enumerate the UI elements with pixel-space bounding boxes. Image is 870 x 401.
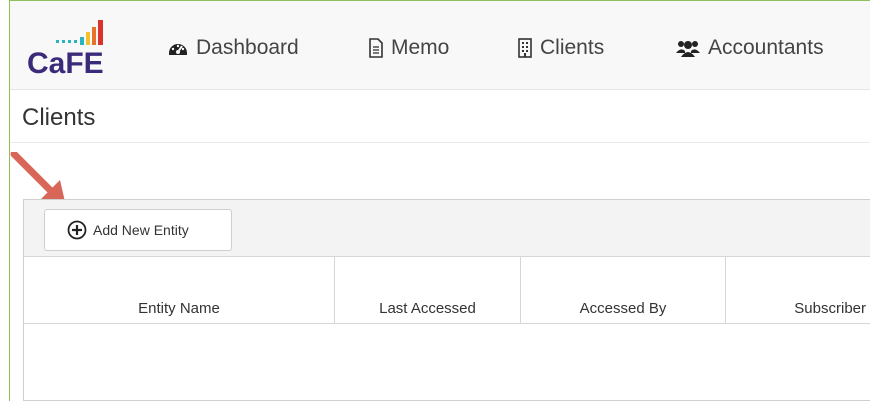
column-header-last-accessed[interactable]: Last Accessed <box>335 257 521 323</box>
nav-dashboard[interactable]: Dashboard <box>167 35 299 61</box>
add-new-entity-button[interactable]: Add New Entity <box>44 209 232 251</box>
nav-dashboard-label: Dashboard <box>196 36 299 59</box>
nav-clients-label: Clients <box>540 36 605 59</box>
title-divider <box>10 142 870 143</box>
column-header-entity-name[interactable]: Entity Name <box>24 257 335 323</box>
document-icon <box>368 38 384 58</box>
nav-clients[interactable]: Clients <box>517 35 604 61</box>
dashboard-icon <box>167 38 189 58</box>
users-icon <box>675 38 701 58</box>
top-navbar: CaFE Dashboard Memo Clients Accountants <box>10 1 870 90</box>
add-new-entity-label: Add New Entity <box>93 222 189 238</box>
building-icon <box>517 38 533 58</box>
svg-text:CaFE: CaFE <box>27 47 104 75</box>
column-header-accessed-by[interactable]: Accessed By <box>521 257 726 323</box>
plus-circle-icon <box>67 220 87 240</box>
cafe-logo[interactable]: CaFE <box>22 15 112 75</box>
nav-memo[interactable]: Memo <box>368 35 449 61</box>
nav-accountants-label: Accountants <box>708 36 824 59</box>
nav-accountants[interactable]: Accountants <box>675 35 824 61</box>
nav-memo-label: Memo <box>391 36 450 59</box>
table-header-row: Entity Name Last Accessed Accessed By Su… <box>24 257 870 324</box>
panel-toolbar: Add New Entity <box>24 200 870 257</box>
entities-panel: Add New Entity Entity Name Last Accessed… <box>23 199 870 401</box>
page-title: Clients <box>22 104 96 131</box>
column-header-subscriber[interactable]: Subscriber <box>726 257 870 323</box>
